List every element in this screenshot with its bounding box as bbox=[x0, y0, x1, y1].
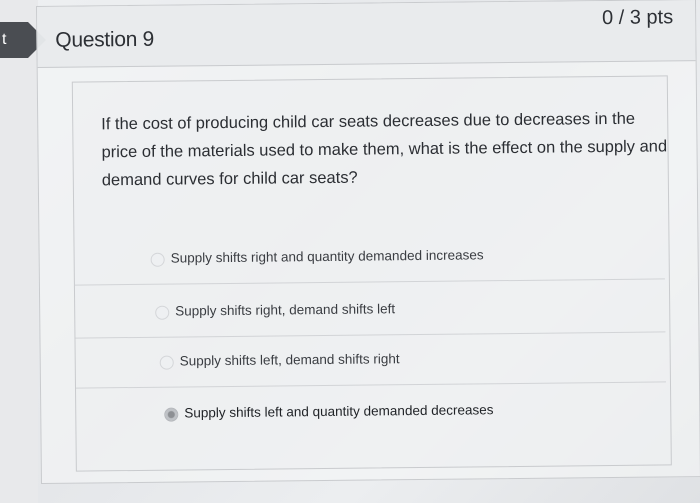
answer-option-2[interactable]: Supply shifts right, demand shifts left bbox=[74, 284, 666, 339]
answer-option-3[interactable]: Supply shifts left, demand shifts right bbox=[75, 334, 666, 389]
answer-4-label[interactable]: Supply shifts left and quantity demanded… bbox=[184, 402, 493, 420]
answer-3-radio[interactable] bbox=[159, 355, 174, 370]
question-header: Question 9 0 / 3 pts bbox=[37, 0, 696, 68]
quiz-screen: t Question 9 0 / 3 pts If the cost of pr… bbox=[0, 0, 700, 503]
answer-1-label[interactable]: Supply shifts right and quantity demande… bbox=[171, 247, 484, 265]
question-card: Question 9 0 / 3 pts If the cost of prod… bbox=[36, 0, 700, 484]
question-title: Question 9 bbox=[55, 27, 155, 52]
question-points: 0 / 3 pts bbox=[601, 6, 674, 30]
question-nav-tab-label: t bbox=[2, 31, 7, 48]
answer-4-radio-selected[interactable] bbox=[164, 407, 179, 422]
question-body: If the cost of producing child car seats… bbox=[71, 75, 672, 472]
answer-option-4[interactable]: Supply shifts left and quantity demanded… bbox=[76, 386, 666, 440]
left-nav-strip bbox=[0, 0, 38, 503]
answer-2-label[interactable]: Supply shifts right, demand shifts left bbox=[175, 301, 395, 318]
answer-1-radio[interactable] bbox=[150, 252, 165, 267]
question-text: If the cost of producing child car seats… bbox=[101, 109, 668, 190]
answer-2-radio[interactable] bbox=[155, 305, 170, 320]
question-nav-tab[interactable]: t bbox=[0, 22, 28, 58]
answer-3-label[interactable]: Supply shifts left, demand shifts right bbox=[180, 351, 400, 368]
answer-option-1[interactable]: Supply shifts right and quantity demande… bbox=[74, 231, 665, 286]
